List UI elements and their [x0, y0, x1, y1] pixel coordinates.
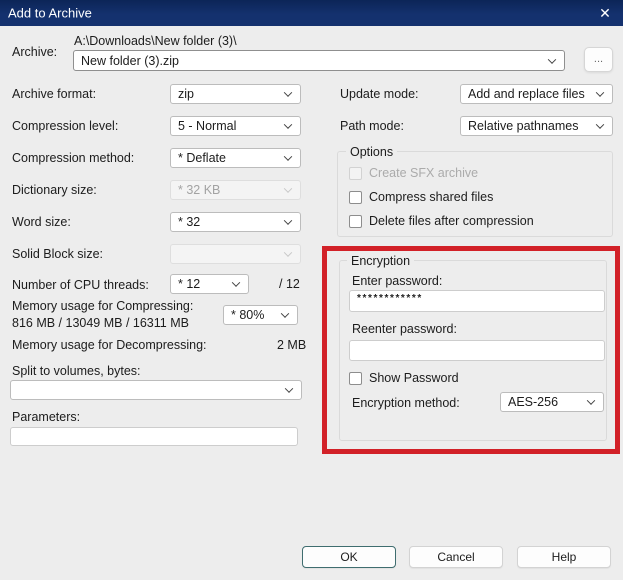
- chevron-down-icon: [587, 396, 595, 404]
- chevron-down-icon: [285, 384, 293, 392]
- compression-method-label: Compression method:: [12, 151, 134, 165]
- parameters-label: Parameters:: [12, 410, 80, 424]
- encryption-method-combo[interactable]: AES-256: [500, 392, 604, 412]
- update-mode-value: Add and replace files: [468, 87, 585, 101]
- chevron-down-icon: [284, 216, 292, 224]
- reenter-password-input[interactable]: [349, 340, 605, 361]
- enter-password-value: ************: [357, 293, 423, 304]
- checkbox-icon: [349, 372, 362, 385]
- word-size-label: Word size:: [12, 215, 71, 229]
- encryption-method-value: AES-256: [508, 395, 558, 409]
- checkbox-icon: [349, 167, 362, 180]
- update-mode-combo[interactable]: Add and replace files: [460, 84, 613, 104]
- dictionary-size-combo: * 32 KB: [170, 180, 301, 200]
- archive-format-combo[interactable]: zip: [170, 84, 301, 104]
- split-volumes-combo[interactable]: [10, 380, 302, 400]
- checkbox-icon: [349, 191, 362, 204]
- checkbox-icon: [349, 215, 362, 228]
- chevron-down-icon: [232, 278, 240, 286]
- compress-shared-checkbox[interactable]: Compress shared files: [349, 190, 493, 204]
- update-mode-label: Update mode:: [340, 87, 419, 101]
- archive-path: A:\Downloads\New folder (3)\: [74, 34, 237, 48]
- create-sfx-label: Create SFX archive: [369, 166, 478, 180]
- cancel-button[interactable]: Cancel: [409, 546, 503, 568]
- cpu-threads-label: Number of CPU threads:: [12, 278, 149, 292]
- reenter-password-label: Reenter password:: [352, 322, 457, 336]
- archive-name-value: New folder (3).zip: [81, 54, 179, 68]
- cpu-threads-value: * 12: [178, 277, 200, 291]
- dictionary-size-label: Dictionary size:: [12, 183, 97, 197]
- chevron-down-icon: [548, 55, 556, 63]
- enter-password-label: Enter password:: [352, 274, 442, 288]
- ok-button[interactable]: OK: [302, 546, 396, 568]
- archive-label: Archive:: [12, 45, 57, 59]
- chevron-down-icon: [284, 88, 292, 96]
- path-mode-combo[interactable]: Relative pathnames: [460, 116, 613, 136]
- add-to-archive-dialog: Add to Archive ✕ Archive: A:\Downloads\N…: [0, 0, 623, 580]
- mem-compress-detail: 816 MB / 13049 MB / 16311 MB: [12, 316, 189, 330]
- archive-name-combo[interactable]: New folder (3).zip: [73, 50, 565, 71]
- dictionary-size-value: * 32 KB: [178, 183, 220, 197]
- compression-level-label: Compression level:: [12, 119, 118, 133]
- show-password-checkbox[interactable]: Show Password: [349, 371, 459, 385]
- cpu-threads-combo[interactable]: * 12: [170, 274, 249, 294]
- mem-compress-label: Memory usage for Compressing:: [12, 299, 193, 313]
- chevron-down-icon: [596, 88, 604, 96]
- show-password-label: Show Password: [369, 371, 459, 385]
- chevron-down-icon: [284, 152, 292, 160]
- split-volumes-label: Split to volumes, bytes:: [12, 364, 141, 378]
- delete-after-checkbox[interactable]: Delete files after compression: [349, 214, 534, 228]
- compression-level-value: 5 - Normal: [178, 119, 236, 133]
- chevron-down-icon: [281, 309, 289, 317]
- archive-format-value: zip: [178, 87, 194, 101]
- word-size-combo[interactable]: * 32: [170, 212, 301, 232]
- archive-format-label: Archive format:: [12, 87, 96, 101]
- compression-method-combo[interactable]: * Deflate: [170, 148, 301, 168]
- chevron-down-icon: [284, 184, 292, 192]
- path-mode-label: Path mode:: [340, 119, 404, 133]
- chevron-down-icon: [596, 120, 604, 128]
- chevron-down-icon: [284, 120, 292, 128]
- encryption-method-label: Encryption method:: [352, 396, 460, 410]
- solid-block-size-combo: [170, 244, 301, 264]
- mem-decompress-label: Memory usage for Decompressing:: [12, 338, 207, 352]
- word-size-value: * 32: [178, 215, 200, 229]
- path-mode-value: Relative pathnames: [468, 119, 578, 133]
- chevron-down-icon: [284, 248, 292, 256]
- options-title: Options: [346, 145, 397, 159]
- help-button[interactable]: Help: [517, 546, 611, 568]
- delete-after-label: Delete files after compression: [369, 214, 534, 228]
- titlebar: Add to Archive ✕: [0, 0, 623, 26]
- close-icon[interactable]: ✕: [595, 3, 615, 23]
- mem-compress-value: * 80%: [231, 308, 264, 322]
- mem-decompress-value: 2 MB: [277, 338, 306, 352]
- create-sfx-checkbox: Create SFX archive: [349, 166, 478, 180]
- compression-level-combo[interactable]: 5 - Normal: [170, 116, 301, 136]
- compress-shared-label: Compress shared files: [369, 190, 493, 204]
- enter-password-input[interactable]: ************: [349, 290, 605, 312]
- mem-compress-combo[interactable]: * 80%: [223, 305, 298, 325]
- parameters-input[interactable]: [10, 427, 298, 446]
- compression-method-value: * Deflate: [178, 151, 226, 165]
- solid-block-size-label: Solid Block size:: [12, 247, 103, 261]
- encryption-title: Encryption: [347, 254, 414, 268]
- window-title: Add to Archive: [8, 6, 92, 21]
- cpu-threads-max: / 12: [279, 277, 300, 291]
- browse-button[interactable]: ...: [584, 47, 613, 72]
